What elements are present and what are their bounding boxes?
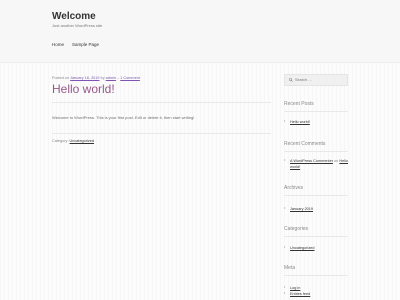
widget-title-archives: Archives xyxy=(284,185,304,191)
nav-item-home[interactable]: Home xyxy=(52,42,64,47)
post-author-link[interactable]: admin xyxy=(106,76,116,80)
site-title[interactable]: Welcome xyxy=(52,11,96,22)
divider xyxy=(284,151,348,152)
widget-title-recent-posts: Recent Posts xyxy=(284,101,314,107)
category-label: Category: xyxy=(52,139,69,143)
divider xyxy=(52,102,271,103)
post-meta: Posted on January 16, 2019 by admin – 1 … xyxy=(52,76,140,80)
list-bullet: • xyxy=(284,291,286,295)
divider xyxy=(284,275,348,276)
post-comments-link[interactable]: 1 Comment xyxy=(120,76,140,80)
primary-navigation: Home Sample Page xyxy=(52,42,99,47)
nav-item-sample-page[interactable]: Sample Page xyxy=(72,42,99,47)
widget-title-meta: Meta xyxy=(284,265,296,271)
widget-title-recent-comments: Recent Comments xyxy=(284,141,326,147)
post-date-link[interactable]: January 16, 2019 xyxy=(70,76,99,80)
recent-comment: A WordPress Commenter on Hello world! xyxy=(290,159,350,170)
list-bullet: • xyxy=(284,245,286,249)
comment-on-label: on xyxy=(334,159,339,163)
comment-author-link[interactable]: A WordPress Commenter xyxy=(290,159,333,163)
posted-on-label: Posted on xyxy=(52,76,70,80)
list-bullet: • xyxy=(284,206,286,210)
meta-login-link[interactable]: Log in xyxy=(290,286,300,290)
search-input[interactable] xyxy=(295,78,347,82)
post-content: Welcome to WordPress. This is your first… xyxy=(52,115,195,120)
divider xyxy=(284,111,348,112)
category-widget-link[interactable]: Uncategorized xyxy=(290,246,314,250)
list-bullet: • xyxy=(284,119,286,123)
archive-link[interactable]: January 2019 xyxy=(290,207,313,211)
list-bullet: • xyxy=(284,158,286,162)
meta-entries-feed-link[interactable]: Entries feed xyxy=(290,292,310,296)
list-bullet: • xyxy=(284,285,286,289)
widget-title-categories: Categories xyxy=(284,226,309,232)
recent-post-link[interactable]: Hello world! xyxy=(290,120,310,124)
search-icon xyxy=(289,78,293,82)
site-header xyxy=(0,0,400,63)
by-label: by xyxy=(100,76,105,80)
divider xyxy=(52,133,271,134)
post-title[interactable]: Hello world! xyxy=(52,82,115,96)
category-link[interactable]: Uncategorized xyxy=(70,139,94,143)
site-description: Just another WordPress site xyxy=(52,23,103,28)
search-form xyxy=(284,74,348,86)
divider xyxy=(284,236,348,237)
meta-separator: – xyxy=(117,76,120,80)
divider xyxy=(284,195,348,196)
post-category: Category: Uncategorized xyxy=(52,139,94,143)
